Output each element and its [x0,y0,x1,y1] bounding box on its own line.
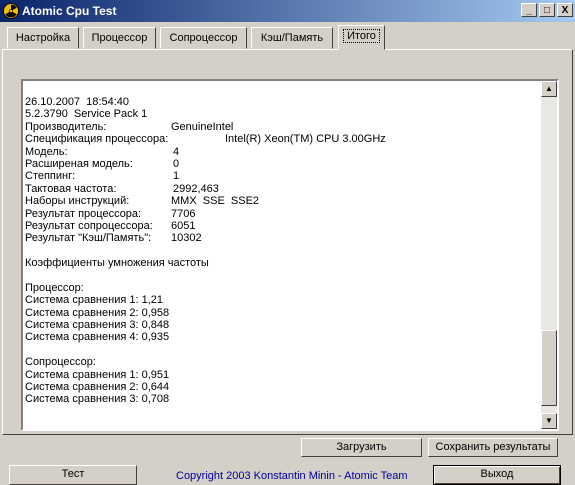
info-value: 0 [173,157,180,170]
cpu-line: Система сравнения 4: 0,935 [25,331,170,344]
info-row: Производитель: GenuineIntel [25,121,541,133]
info-label: Спецификация процессора: [25,133,169,146]
scroll-thumb[interactable] [541,330,557,406]
info-row: Результат сопроцессора: 6051 [25,220,541,232]
info-value: 1 [173,170,180,183]
info-value: 4 [173,145,180,158]
results-memo[interactable]: 26.10.2007 18:54:40 5.2.3790 Service Pac… [21,79,559,431]
cpu-line: Система сравнения 1: 1,21 [25,294,163,307]
tab-label: Настройка [15,32,71,44]
copyright-text: Copyright 2003 Konstantin Minin - Atomic… [176,470,408,482]
info-row: Наборы инструкций: MMX SSE SSE2 [25,195,541,207]
coef-header: Коэффициенты умножения частоты [25,257,209,270]
tab-label: Кэш/Память [260,32,324,44]
test-button[interactable]: Тест [9,465,137,485]
close-button[interactable]: X [557,3,573,17]
save-results-button[interactable]: Сохранить результаты [428,438,558,457]
radiation-icon [3,3,19,19]
info-value: GenuineIntel [171,120,234,133]
exit-button[interactable]: Выход [433,465,561,485]
info-value: Intel(R) Xeon(TM) CPU 3.00GHz [225,133,386,146]
maximize-button[interactable]: □ [539,3,555,17]
window-title: Atomic Cpu Test [22,4,117,18]
tab-processor[interactable]: Процессор [83,27,156,49]
title-bar: Atomic Cpu Test _ □ X [0,0,575,22]
info-row: Модель: 4 [25,146,541,158]
tab-settings[interactable]: Настройка [7,27,79,49]
info-label: Производитель: [25,120,107,133]
info-label: Результат процессора: [25,207,142,220]
info-value: 6051 [171,219,196,232]
info-value: 10302 [171,232,202,245]
info-label: Модель: [25,145,68,158]
tab-cache-memory[interactable]: Кэш/Память [251,27,333,49]
os-line: 5.2.3790 Service Pack 1 [25,108,148,121]
tab-label: Сопроцессор [169,32,238,44]
results-text: 26.10.2007 18:54:40 5.2.3790 Service Pac… [25,96,541,406]
cpu-header: Процессор: [25,281,84,294]
info-row: Тактовая частота: 2992,463 [25,183,541,195]
info-label: Результат сопроцессора: [25,219,153,232]
info-label: Тактовая частота: [25,182,117,195]
info-row: Степпинг: 1 [25,170,541,182]
tab-coprocessor[interactable]: Сопроцессор [160,27,247,49]
info-label: Степпинг: [25,170,76,183]
fpu-line: Система сравнения 1: 0,951 [25,368,170,381]
minimize-button[interactable]: _ [521,3,537,17]
vertical-scrollbar[interactable]: ▲ ▼ [541,81,557,429]
info-value: 7706 [171,207,196,220]
cpu-line: Система сравнения 3: 0,848 [25,319,170,332]
load-button[interactable]: Загрузить [301,438,422,457]
info-value: 2992,463 [173,182,219,195]
date-line: 26.10.2007 18:54:40 [25,96,129,108]
info-row: Результат "Кэш/Память": 10302 [25,232,541,244]
info-row: Результат процессора: 7706 [25,208,541,220]
info-label: Наборы инструкций: [25,195,130,208]
tab-summary[interactable]: Итого [338,25,385,50]
info-row: Спецификация процессора: Intel(R) Xeon(TM… [25,133,541,145]
cpu-line: Система сравнения 2: 0,958 [25,306,170,319]
info-value: MMX SSE SSE2 [171,195,260,208]
tab-label: Итого [343,29,380,43]
tab-label: Процессор [91,32,148,44]
fpu-line: Система сравнения 3: 0,708 [25,393,170,406]
fpu-header: Сопроцессор: [25,356,96,369]
scroll-down-arrow-icon[interactable]: ▼ [541,413,557,429]
info-label: Результат "Кэш/Память": [25,232,152,245]
info-label: Расширеная модель: [25,157,133,170]
fpu-line: Система сравнения 2: 0,644 [25,380,170,393]
info-row: Расширеная модель: 0 [25,158,541,170]
scroll-up-arrow-icon[interactable]: ▲ [541,81,557,97]
